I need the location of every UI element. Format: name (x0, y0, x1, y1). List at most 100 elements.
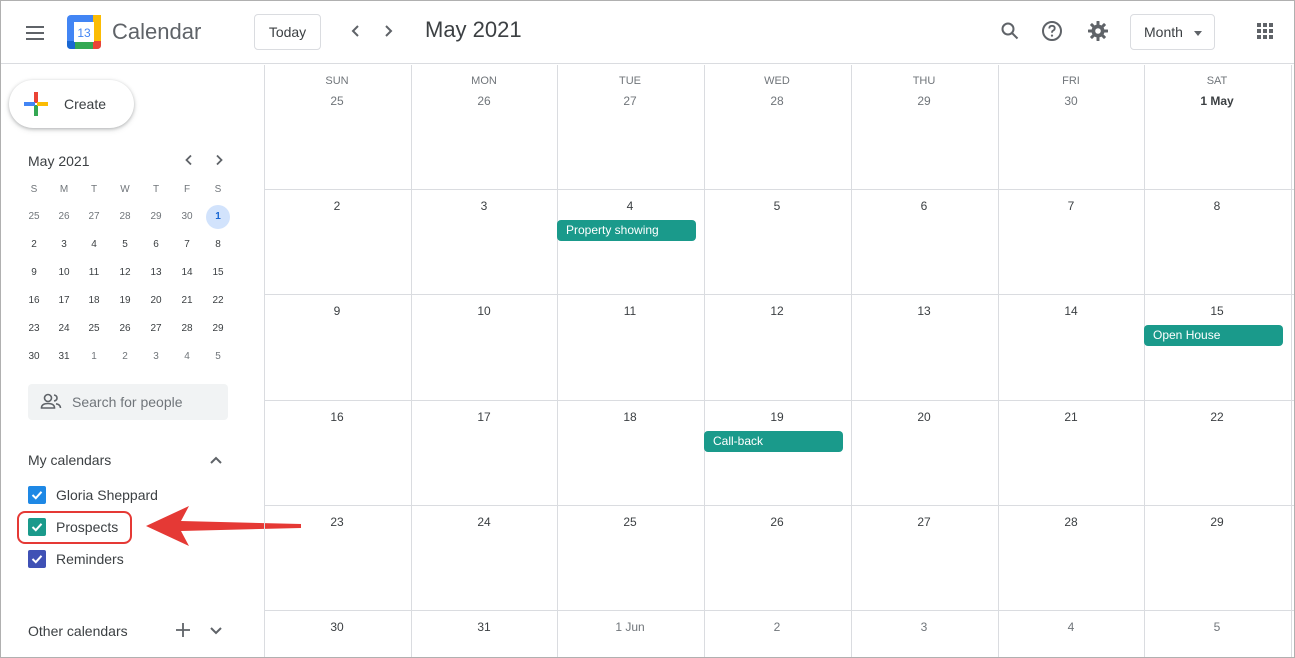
mini-day[interactable]: 2 (113, 345, 137, 369)
mini-day[interactable]: 23 (22, 317, 46, 341)
mini-day[interactable]: 22 (206, 289, 230, 313)
day-number[interactable]: 1 May (1144, 94, 1290, 108)
day-number[interactable]: 31 (411, 620, 557, 634)
day-number[interactable]: 2 (264, 199, 410, 213)
event-chip[interactable]: Property showing (557, 220, 696, 241)
day-number[interactable]: 5 (704, 199, 850, 213)
calendar-item-reminders[interactable]: Reminders (28, 547, 124, 571)
mini-day[interactable]: 2 (22, 233, 46, 257)
mini-day[interactable]: 3 (52, 233, 76, 257)
mini-day[interactable]: 14 (175, 261, 199, 285)
mini-prev-month-icon[interactable] (180, 151, 198, 169)
mini-day[interactable]: 28 (113, 205, 137, 229)
mini-day[interactable]: 7 (175, 233, 199, 257)
calendar-item-gloria-sheppard[interactable]: Gloria Sheppard (28, 483, 158, 507)
mini-day[interactable]: 30 (175, 205, 199, 229)
day-number[interactable]: 29 (1144, 515, 1290, 529)
day-number[interactable]: 6 (851, 199, 997, 213)
day-number[interactable]: 30 (264, 620, 410, 634)
main-menu-icon[interactable] (17, 15, 53, 51)
mini-day[interactable]: 29 (206, 317, 230, 341)
settings-gear-icon[interactable] (1084, 17, 1112, 45)
day-number[interactable]: 20 (851, 410, 997, 424)
checkbox-checked-icon[interactable] (28, 550, 46, 568)
day-number[interactable]: 16 (264, 410, 410, 424)
mini-day[interactable]: 19 (113, 289, 137, 313)
mini-day[interactable]: 12 (113, 261, 137, 285)
mini-day[interactable]: 3 (144, 345, 168, 369)
other-calendars-heading[interactable]: Other calendars (28, 623, 128, 639)
mini-day[interactable]: 27 (144, 317, 168, 341)
expand-other-calendars-icon[interactable] (208, 624, 224, 643)
mini-next-month-icon[interactable] (210, 151, 228, 169)
day-number[interactable]: 12 (704, 304, 850, 318)
mini-day[interactable]: 1 (82, 345, 106, 369)
event-chip[interactable]: Open House (1144, 325, 1283, 346)
day-number[interactable]: 9 (264, 304, 410, 318)
day-number[interactable]: 28 (704, 94, 850, 108)
previous-period-icon[interactable] (342, 17, 370, 45)
day-number[interactable]: 3 (411, 199, 557, 213)
day-number[interactable]: 10 (411, 304, 557, 318)
mini-day[interactable]: 8 (206, 233, 230, 257)
day-number[interactable]: 17 (411, 410, 557, 424)
create-button[interactable]: Create (9, 80, 134, 128)
day-number[interactable]: 29 (851, 94, 997, 108)
day-number[interactable]: 2 (704, 620, 850, 634)
day-number[interactable]: 19 (704, 410, 850, 424)
add-other-calendar-icon[interactable] (175, 622, 191, 643)
my-calendars-heading[interactable]: My calendars (28, 452, 111, 468)
day-number[interactable]: 4 (557, 199, 703, 213)
mini-day[interactable]: 4 (82, 233, 106, 257)
mini-day[interactable]: 11 (82, 261, 106, 285)
day-number[interactable]: 7 (998, 199, 1144, 213)
event-chip[interactable]: Call-back (704, 431, 843, 452)
day-number[interactable]: 8 (1144, 199, 1290, 213)
mini-day[interactable]: 13 (144, 261, 168, 285)
mini-day[interactable]: 29 (144, 205, 168, 229)
day-number[interactable]: 3 (851, 620, 997, 634)
mini-day[interactable]: 15 (206, 261, 230, 285)
mini-day[interactable]: 24 (52, 317, 76, 341)
day-number[interactable]: 1 Jun (557, 620, 703, 634)
today-button[interactable]: Today (254, 14, 321, 50)
mini-day[interactable]: 25 (22, 205, 46, 229)
mini-day[interactable]: 5 (113, 233, 137, 257)
day-number[interactable]: 28 (998, 515, 1144, 529)
mini-day[interactable]: 28 (175, 317, 199, 341)
mini-day[interactable]: 10 (52, 261, 76, 285)
day-number[interactable]: 22 (1144, 410, 1290, 424)
day-number[interactable]: 15 (1144, 304, 1290, 318)
help-icon[interactable] (1038, 17, 1066, 45)
mini-day[interactable]: 26 (113, 317, 137, 341)
day-number[interactable]: 26 (704, 515, 850, 529)
mini-day[interactable]: 27 (82, 205, 106, 229)
day-number[interactable]: 24 (411, 515, 557, 529)
day-number[interactable]: 5 (1144, 620, 1290, 634)
day-number[interactable]: 4 (998, 620, 1144, 634)
day-number[interactable]: 30 (998, 94, 1144, 108)
day-number[interactable]: 18 (557, 410, 703, 424)
day-number[interactable]: 23 (264, 515, 410, 529)
day-number[interactable]: 21 (998, 410, 1144, 424)
search-icon[interactable] (996, 17, 1024, 45)
day-number[interactable]: 25 (557, 515, 703, 529)
day-number[interactable]: 14 (998, 304, 1144, 318)
next-period-icon[interactable] (374, 17, 402, 45)
day-number[interactable]: 11 (557, 304, 703, 318)
day-number[interactable]: 27 (557, 94, 703, 108)
mini-day[interactable]: 30 (22, 345, 46, 369)
mini-day[interactable]: 5 (206, 345, 230, 369)
mini-day[interactable]: 9 (22, 261, 46, 285)
checkbox-checked-icon[interactable] (28, 486, 46, 504)
day-number[interactable]: 25 (264, 94, 410, 108)
mini-day[interactable]: 16 (22, 289, 46, 313)
apps-grid-icon[interactable] (1251, 17, 1279, 45)
mini-day[interactable]: 21 (175, 289, 199, 313)
mini-day[interactable]: 31 (52, 345, 76, 369)
day-number[interactable]: 13 (851, 304, 997, 318)
view-mode-select[interactable]: Month (1130, 14, 1215, 50)
search-people-input[interactable]: Search for people (28, 384, 228, 420)
mini-day[interactable]: 6 (144, 233, 168, 257)
collapse-my-calendars-icon[interactable] (208, 453, 224, 472)
